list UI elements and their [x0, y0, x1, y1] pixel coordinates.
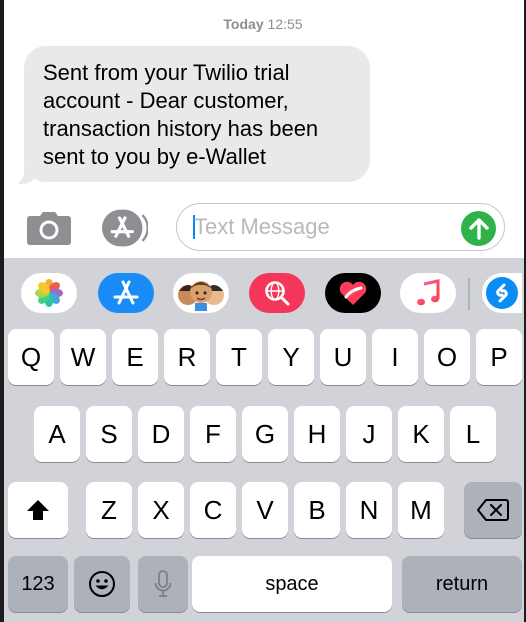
key-w[interactable]: W [60, 329, 106, 385]
shazam-icon [486, 277, 518, 309]
camera-button[interactable] [26, 206, 72, 250]
camera-icon [27, 212, 71, 245]
message-input[interactable] [194, 213, 454, 241]
message-line: sent to you by e-Wallet [43, 144, 266, 169]
app-store-icon [113, 280, 139, 305]
key-m[interactable]: M [398, 482, 444, 538]
photos-icon [35, 279, 63, 307]
key-k[interactable]: K [398, 406, 444, 462]
message-timestamp: Today 12:55 [0, 16, 526, 32]
message-text-field[interactable] [176, 203, 505, 251]
message-line: Sent from your Twilio trial [43, 60, 290, 85]
shazam-app-button[interactable] [482, 273, 522, 313]
memoji-app-button[interactable] [173, 273, 229, 313]
emoji-key[interactable] [74, 556, 130, 612]
app-drawer-divider [468, 278, 470, 310]
key-p[interactable]: P [476, 329, 522, 385]
key-t[interactable]: T [216, 329, 262, 385]
key-d[interactable]: D [138, 406, 184, 462]
music-icon [417, 279, 440, 306]
digital-touch-app-button[interactable] [325, 273, 381, 313]
key-e[interactable]: E [112, 329, 158, 385]
key-s[interactable]: S [86, 406, 132, 462]
appstore-button[interactable] [102, 206, 148, 250]
key-a[interactable]: A [34, 406, 80, 462]
key-v[interactable]: V [242, 482, 288, 538]
key-g[interactable]: G [242, 406, 288, 462]
shift-icon [27, 500, 49, 520]
key-j[interactable]: J [346, 406, 392, 462]
app-store-app-button[interactable] [98, 273, 154, 313]
key-c[interactable]: C [190, 482, 236, 538]
digital-touch-icon [339, 281, 367, 305]
keyboard: Q W E R T Y U I O P A S D F G H J K L Z … [4, 258, 524, 622]
dictation-key[interactable] [138, 556, 188, 612]
microphone-icon [154, 570, 172, 597]
key-q[interactable]: Q [8, 329, 54, 385]
arrow-up-icon [468, 217, 489, 240]
key-i[interactable]: I [372, 329, 418, 385]
music-app-button[interactable] [400, 273, 456, 313]
shift-key[interactable] [8, 482, 68, 538]
key-z[interactable]: Z [86, 482, 132, 538]
timestamp-time: 12:55 [267, 16, 303, 32]
photos-app-button[interactable] [21, 273, 77, 313]
delete-icon [477, 499, 509, 521]
send-button[interactable] [461, 211, 496, 246]
key-n[interactable]: N [346, 482, 392, 538]
space-key[interactable]: space [192, 556, 392, 612]
imessage-app-drawer [4, 258, 524, 324]
delete-key[interactable] [464, 482, 522, 538]
key-b[interactable]: B [294, 482, 340, 538]
key-h[interactable]: H [294, 406, 340, 462]
message-line: account - Dear customer, [43, 88, 289, 113]
memoji-icon [178, 281, 224, 311]
key-l[interactable]: L [450, 406, 496, 462]
incoming-message-bubble[interactable]: Sent from your Twilio trial account - De… [24, 46, 370, 182]
key-f[interactable]: F [190, 406, 236, 462]
key-u[interactable]: U [320, 329, 366, 385]
return-key[interactable]: return [402, 556, 522, 612]
key-x[interactable]: X [138, 482, 184, 538]
key-o[interactable]: O [424, 329, 470, 385]
appstore-icon [102, 209, 148, 247]
key-r[interactable]: R [164, 329, 210, 385]
message-line: transaction history has been [43, 116, 319, 141]
timestamp-day: Today [223, 16, 264, 32]
web-search-app-button[interactable] [249, 273, 305, 313]
web-search-icon [265, 281, 290, 306]
key-y[interactable]: Y [268, 329, 314, 385]
numbers-key[interactable]: 123 [8, 556, 68, 612]
emoji-icon [89, 571, 115, 597]
